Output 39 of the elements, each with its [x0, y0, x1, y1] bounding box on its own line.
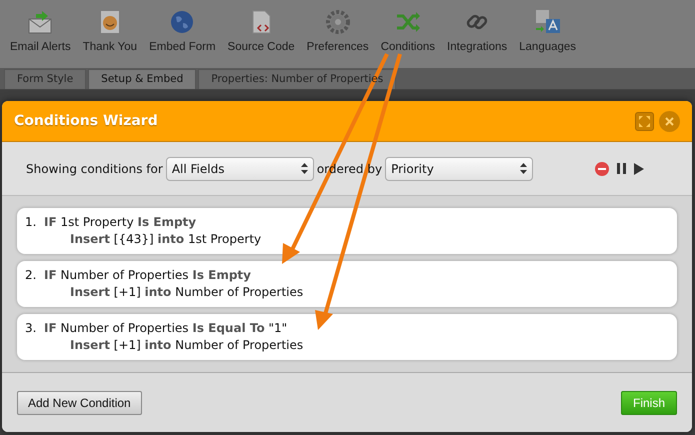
- condition-text: IF Number of Properties Is Equal To "1": [44, 320, 288, 337]
- tab[interactable]: Form Style: [4, 69, 86, 89]
- gear-icon: [324, 8, 352, 36]
- condition-card[interactable]: 3. IF Number of Properties Is Equal To "1" Insert [+1] into Number of Properties: [17, 314, 677, 360]
- condition-card[interactable]: 2. IF Number of Properties Is Empty Insert [+1] into Number of Properties: [17, 261, 677, 307]
- dialog-title: Conditions Wizard: [14, 112, 158, 130]
- translate-icon: [534, 8, 562, 36]
- condition-number: 3.: [25, 320, 38, 337]
- toolbar-button[interactable]: Languages: [513, 8, 582, 56]
- tab[interactable]: Setup & Embed: [88, 69, 196, 89]
- toolbar-button[interactable]: Thank You: [76, 8, 144, 56]
- expand-icon: [639, 116, 650, 126]
- toolbar-button[interactable]: Preferences: [300, 8, 375, 56]
- close-icon: [665, 116, 674, 126]
- condition-text: IF Number of Properties Is Empty: [44, 267, 251, 284]
- condition-text: IF 1st Property Is Empty: [44, 214, 196, 231]
- condition-number: 1.: [25, 214, 38, 231]
- maximize-button[interactable]: [635, 112, 654, 130]
- toolbar-button[interactable]: Integrations: [441, 8, 514, 56]
- updown-caret-icon: [520, 163, 528, 174]
- updown-caret-icon: [300, 163, 308, 174]
- order-select[interactable]: Priority: [385, 156, 534, 180]
- field-select[interactable]: All Fields: [166, 156, 314, 180]
- filter-label: Showing conditions for: [26, 160, 163, 178]
- toolbar-button[interactable]: Conditions: [374, 8, 442, 56]
- condition-card[interactable]: 1. IF 1st Property Is Empty Insert [{43}] into 1st Property: [17, 208, 677, 254]
- toolbar-button[interactable]: Embed Form: [143, 8, 222, 56]
- pause-icon[interactable]: [617, 163, 626, 174]
- action-text: Insert [{43}] into 1st Property: [70, 232, 262, 246]
- close-button[interactable]: [659, 110, 680, 132]
- action-text: Insert [+1] into Number of Properties: [70, 338, 304, 352]
- action-text: Insert [+1] into Number of Properties: [70, 285, 304, 299]
- toolbar-button[interactable]: Email Alerts: [4, 8, 77, 56]
- finish-button[interactable]: Finish: [620, 390, 677, 414]
- play-icon[interactable]: [634, 162, 644, 174]
- condition-number: 2.: [25, 267, 38, 284]
- remove-icon[interactable]: [595, 162, 609, 176]
- toolbar-button[interactable]: Source Code: [222, 8, 301, 56]
- add-condition-button[interactable]: Add New Condition: [17, 390, 142, 414]
